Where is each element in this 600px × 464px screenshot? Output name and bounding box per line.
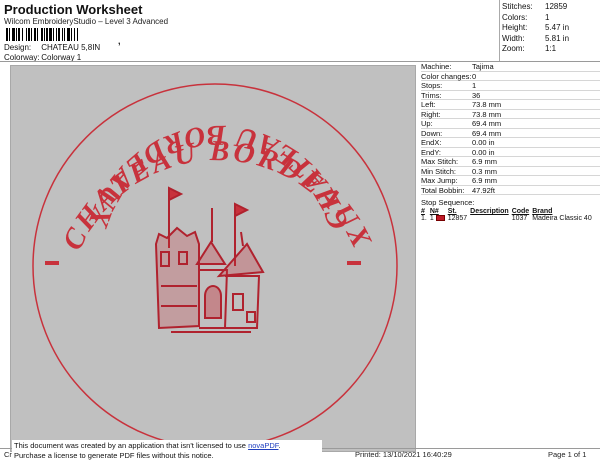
row-code: 1037 — [511, 215, 528, 222]
stats-divider — [499, 0, 500, 61]
novapdf-link[interactable]: novaPDF — [248, 441, 278, 450]
machine-info-label: Total Bobbin: — [421, 185, 465, 195]
design-preview: CHATEAU BORDEAUX CHATEAU BORDEAUX — [10, 65, 416, 452]
machine-info-label: Stops: — [421, 81, 443, 90]
bottom-arc-label: CHATEAU BORDEAUX — [81, 119, 355, 234]
stats-row: Width: 5.81 in — [502, 34, 569, 45]
row-n-cell: 1 — [430, 215, 448, 222]
notice-line2: Purchase a license to generate PDF files… — [14, 451, 214, 460]
machine-info-row: Left: 73.8 mm — [421, 100, 600, 110]
row-description — [470, 215, 512, 222]
machine-info-value: 47.92ft — [472, 185, 495, 195]
stat-value: 1:1 — [545, 44, 557, 54]
row-num: 1. — [421, 215, 427, 222]
machine-info-value: 6.9 mm — [472, 176, 498, 185]
machine-info-label: Min Stitch: — [421, 166, 457, 176]
stat-label: Zoom: — [502, 44, 525, 54]
machine-info-row: Machine: Tajima — [421, 62, 600, 72]
col-header-brand: Brand — [532, 208, 553, 215]
table-header-row: # N# St. Description Code Brand — [421, 208, 595, 215]
machine-info-value: 0 — [472, 71, 477, 81]
barcode — [6, 28, 78, 41]
machine-info-label: EndY: — [421, 147, 442, 157]
license-notice: This document was created by an applicat… — [12, 440, 322, 462]
page-title: Production Worksheet — [4, 2, 143, 17]
machine-info-row: Stops: 1 — [421, 81, 600, 91]
machine-info-row: Up: 69.4 mm — [421, 119, 600, 129]
machine-info-label: Max Jump: — [421, 176, 458, 185]
castle-icon — [154, 186, 265, 333]
col-header-st: St. — [447, 208, 457, 215]
machine-info-row: Total Bobbin: 47.92ft — [421, 185, 600, 195]
stop-sequence-title: Stop Sequence: — [421, 198, 475, 207]
machine-info-label: Down: — [421, 128, 443, 138]
col-header-code: Code — [511, 208, 530, 215]
row-n: 1 — [429, 215, 434, 222]
stat-label: Width: — [502, 33, 525, 43]
table-row: 1. 1 12857 1037 Madeira Classic 40 — [421, 215, 595, 222]
embroidery-design: CHATEAU BORDEAUX CHATEAU BORDEAUX — [32, 83, 398, 449]
machine-info-row: EndX: 0.00 in — [421, 138, 600, 148]
row-stitches: 12857 — [447, 215, 468, 222]
notice-line1-end: . — [278, 441, 281, 450]
footer-left: Cr — [4, 450, 12, 459]
software-subtitle: Wilcom EmbroideryStudio – Level 3 Advanc… — [4, 17, 169, 26]
machine-info-value: Tajima — [472, 62, 494, 71]
notice-line1: This document was created by an applicat… — [14, 441, 249, 450]
stop-sequence-table: # N# St. Description Code Brand 1. 1 128… — [421, 208, 595, 222]
machine-info-label: Right: — [421, 109, 441, 119]
machine-info-label: Trims: — [421, 90, 442, 100]
machine-info-label: Up: — [421, 119, 433, 128]
machine-info-row: Min Stitch: 0.3 mm — [421, 166, 600, 176]
machine-info-row: EndY: 0.00 in — [421, 147, 600, 157]
machine-info-value: 36 — [472, 90, 481, 100]
machine-info-value: 73.8 mm — [472, 109, 502, 119]
stats-row: Colors: 1 — [502, 13, 569, 24]
machine-info-value: 0.3 mm — [472, 166, 498, 176]
col-header-description: Description — [470, 208, 509, 215]
bottom-arc-text: CHATEAU BORDEAUX — [81, 119, 355, 234]
machine-info-row: Max Stitch: 6.9 mm — [421, 157, 600, 167]
machine-info-value: 0.00 in — [472, 138, 495, 147]
machine-info-label: Color changes: — [421, 71, 472, 81]
stats-row: Stitches: 12859 — [502, 2, 569, 13]
machine-info-value: 6.9 mm — [472, 157, 498, 166]
row-brand: Madeira Classic 40 — [532, 215, 592, 222]
machine-info-value: 0.00 in — [472, 147, 495, 157]
stat-label: Stitches: — [502, 2, 533, 11]
machine-info-value: 1 — [472, 81, 477, 90]
stat-value: 5.81 in — [545, 33, 570, 43]
machine-info-panel: Machine: Tajima Color changes:0 Stops: 1 Trim… — [421, 62, 600, 195]
machine-info-label: Machine: — [421, 62, 452, 71]
stat-value: 1 — [545, 12, 550, 22]
printed-timestamp: Printed: 13/10/2021 16:40:29 — [355, 450, 452, 459]
design-label: Design: — [4, 43, 32, 52]
stats-panel: Stitches: 12859 Colors: 1 Height: 5.47 in W… — [502, 2, 569, 55]
machine-info-value: 69.4 mm — [472, 119, 502, 128]
col-header-num: # — [421, 208, 425, 215]
stat-value: 12859 — [545, 2, 568, 11]
col-header-n: N# — [429, 208, 439, 215]
machine-info-row: Down: 69.4 mm — [421, 128, 600, 138]
machine-info-value: 69.4 mm — [472, 128, 502, 138]
machine-info-value: 73.8 mm — [472, 100, 502, 109]
machine-info-row: Trims: 36 — [421, 90, 600, 100]
stat-label: Height: — [502, 23, 528, 33]
design-value: CHATEAU 5,8IN — [41, 43, 101, 52]
machine-info-row: Color changes:0 — [421, 71, 600, 81]
page-number: Page 1 of 1 — [548, 450, 587, 459]
barcode-suffix: , — [118, 36, 121, 46]
machine-info-row: Max Jump: 6.9 mm — [421, 176, 600, 186]
machine-info-row: Right: 73.8 mm — [421, 109, 600, 119]
machine-info-label: Max Stitch: — [421, 157, 459, 166]
machine-info-label: Left: — [421, 100, 436, 109]
stats-row: Zoom: 1:1 — [502, 44, 569, 55]
stats-row: Height: 5.47 in — [502, 23, 569, 34]
machine-info-label: EndX: — [421, 138, 442, 147]
thread-color-swatch — [435, 215, 445, 222]
design-row: Design: CHATEAU 5,8IN — [4, 43, 100, 52]
stat-value: 5.47 in — [545, 23, 570, 33]
stat-label: Colors: — [502, 12, 528, 22]
